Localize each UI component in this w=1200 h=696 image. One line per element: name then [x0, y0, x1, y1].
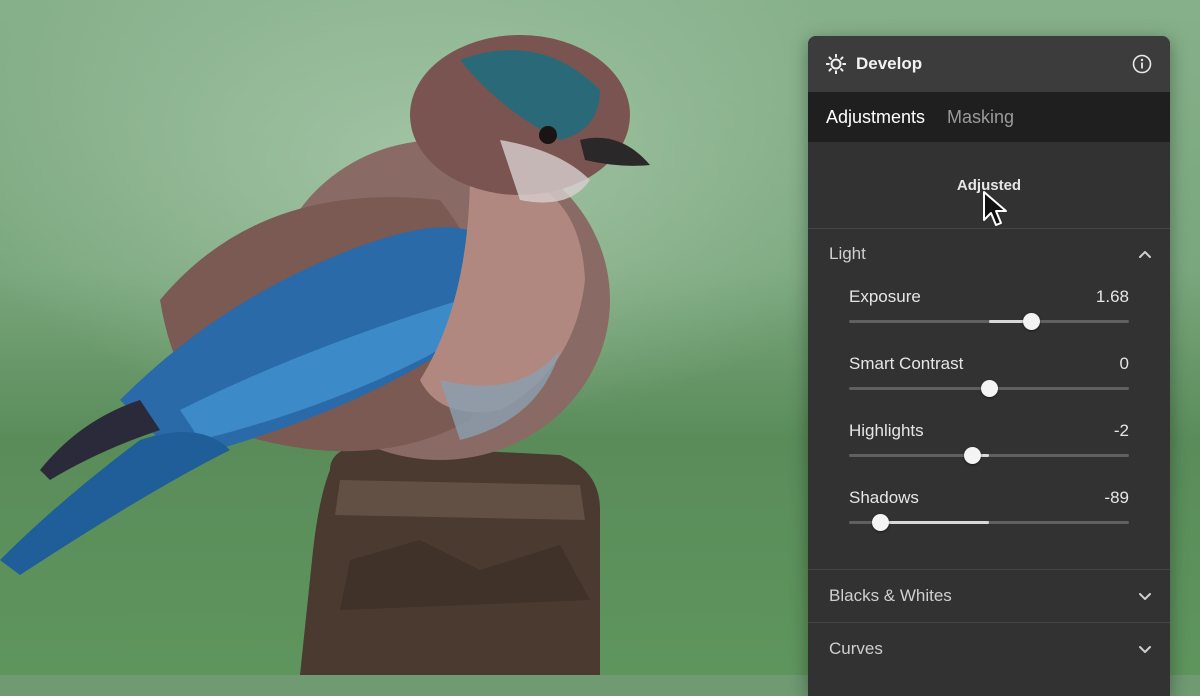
section-curves-label: Curves [829, 638, 883, 658]
info-icon[interactable] [1132, 54, 1152, 74]
panel-title: Develop [856, 54, 923, 73]
slider-smart-contrast: Smart Contrast 0 [849, 354, 1129, 421]
section-light-label: Light [829, 244, 866, 263]
slider-value[interactable]: -89 [1104, 488, 1129, 508]
mouse-cursor-icon [983, 191, 1007, 226]
slider-fill [879, 521, 989, 524]
slider-value[interactable]: 1.68 [1096, 287, 1129, 307]
slider-thumb[interactable] [964, 447, 982, 464]
slider-track[interactable] [849, 514, 1129, 531]
slider-label: Shadows [849, 488, 919, 507]
slider-value[interactable]: 0 [1120, 354, 1129, 374]
sun-icon [826, 54, 846, 74]
slider-label: Highlights [849, 421, 924, 440]
slider-track[interactable] [849, 447, 1129, 464]
light-sliders: Exposure 1.68 Smart Contrast 0 Highlight… [808, 279, 1170, 569]
slider-thumb[interactable] [871, 514, 889, 531]
slider-label: Exposure [849, 287, 921, 306]
chevron-down-icon [1139, 645, 1151, 653]
section-curves-header[interactable]: Curves [808, 622, 1170, 674]
slider-thumb[interactable] [1023, 313, 1040, 330]
tab-masking[interactable]: Masking [947, 107, 1014, 128]
slider-thumb[interactable] [981, 380, 998, 397]
chevron-up-icon [1139, 251, 1151, 258]
slider-shadows: Shadows -89 [849, 488, 1129, 555]
slider-exposure: Exposure 1.68 [849, 287, 1129, 354]
section-light-header[interactable]: Light [808, 229, 1170, 279]
section-blacks-whites-header[interactable]: Blacks & Whites [808, 570, 1170, 622]
slider-highlights: Highlights -2 [849, 421, 1129, 488]
panel-header: Develop [808, 36, 1170, 92]
develop-panel: Develop Adjustments Masking Adjusted Lig… [808, 36, 1170, 696]
slider-track[interactable] [849, 380, 1129, 397]
chevron-down-icon [1139, 593, 1151, 600]
tab-adjustments[interactable]: Adjustments [826, 107, 925, 128]
slider-track[interactable] [849, 313, 1129, 330]
slider-label: Smart Contrast [849, 354, 964, 373]
section-light: Light Exposure 1.68 Smart Contrast 0 Hig… [808, 229, 1170, 570]
tab-bar: Adjustments Masking [808, 92, 1170, 142]
adjusted-toggle-row: Adjusted [808, 142, 1170, 229]
slider-value[interactable]: -2 [1114, 421, 1129, 441]
section-blacks-whites-label: Blacks & Whites [829, 586, 952, 605]
